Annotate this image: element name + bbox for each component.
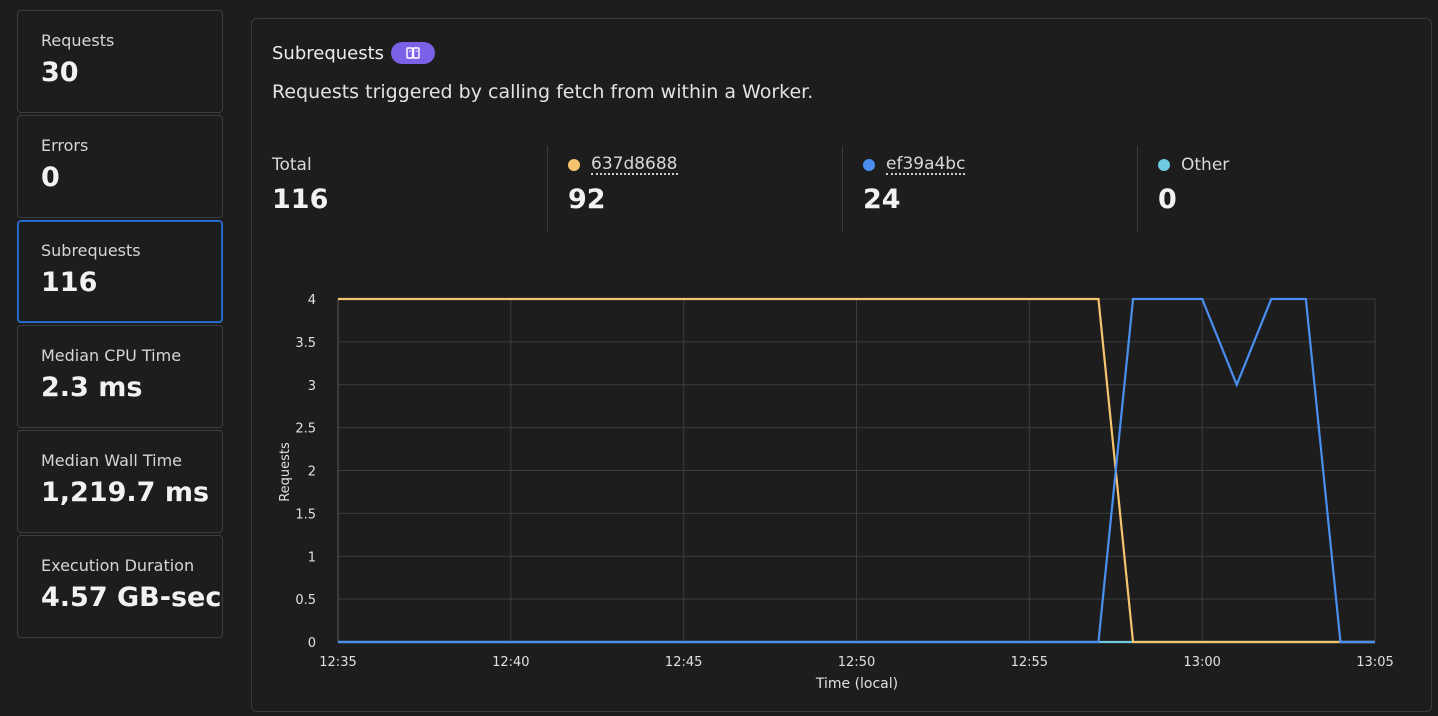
x-tick-label: 13:05	[1356, 655, 1393, 670]
x-tick-label: 13:00	[1183, 655, 1220, 670]
metric-label: Execution Duration	[41, 556, 195, 575]
x-tick-label: 12:45	[665, 655, 702, 670]
chart-grid	[337, 298, 1376, 643]
y-tick-label: 0.5	[295, 593, 316, 608]
x-axis-label: Time (local)	[815, 676, 898, 692]
y-tick-label: 2	[308, 465, 316, 480]
metric-card-median-wall-time[interactable]: Median Wall Time 1,219.7 ms	[17, 430, 223, 533]
chart-axes: 0 0.5 1 1.5 2 2.5 3 3.5 4 12:35 12:40 12:45 12:50 12:…	[295, 293, 1393, 670]
metric-card-errors[interactable]: Errors 0	[17, 115, 223, 218]
subrequests-line-chart[interactable]: 0 0.5 1 1.5 2 2.5 3 3.5 4 12:35 12:40 12:45 12:50 12:…	[252, 19, 1431, 711]
metric-value: 1,219.7 ms	[41, 477, 210, 508]
y-tick-label: 3	[308, 379, 316, 394]
y-tick-label: 4	[308, 293, 316, 308]
metric-card-execution-duration[interactable]: Execution Duration 4.57 GB-sec	[17, 535, 223, 638]
metric-value: 0	[41, 162, 60, 193]
metric-label: Subrequests	[41, 241, 141, 260]
metric-label: Median CPU Time	[41, 346, 182, 365]
metric-value: 4.57 GB-sec	[41, 582, 222, 613]
metric-card-subrequests[interactable]: Subrequests 116	[17, 220, 223, 323]
metric-card-requests[interactable]: Requests 30	[17, 10, 223, 113]
y-tick-label: 2.5	[295, 422, 316, 437]
metric-value: 116	[41, 267, 98, 298]
metric-label: Median Wall Time	[41, 451, 183, 470]
y-tick-label: 1.5	[295, 507, 316, 522]
metrics-sidebar: Requests 30 Errors 0 Subrequests 116 Med…	[17, 10, 223, 640]
y-tick-label: 3.5	[295, 336, 316, 351]
y-tick-label: 1	[308, 550, 316, 565]
x-tick-label: 12:50	[838, 655, 875, 670]
y-axis-label: Requests	[278, 442, 293, 502]
x-tick-label: 12:40	[492, 655, 529, 670]
subrequests-panel: Subrequests Requests triggered by callin…	[251, 18, 1432, 712]
metric-card-median-cpu-time[interactable]: Median CPU Time 2.3 ms	[17, 325, 223, 428]
metric-value: 2.3 ms	[41, 372, 143, 403]
metric-label: Errors	[41, 136, 89, 155]
y-tick-label: 0	[308, 636, 316, 651]
x-tick-label: 12:55	[1011, 655, 1048, 670]
x-tick-label: 12:35	[319, 655, 356, 670]
metric-value: 30	[41, 57, 79, 88]
metric-label: Requests	[41, 31, 115, 50]
